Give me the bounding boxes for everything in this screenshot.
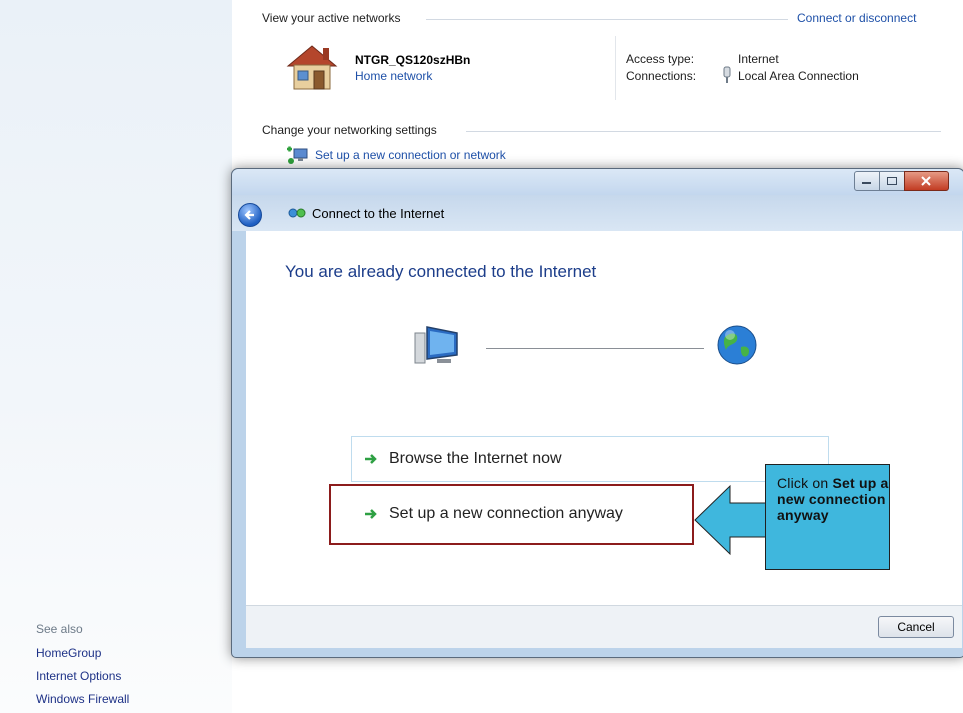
plug-icon xyxy=(723,66,731,83)
close-icon xyxy=(921,176,931,186)
dialog-headline: You are already connected to the Interne… xyxy=(285,262,597,281)
windows-firewall-link[interactable]: Windows Firewall xyxy=(36,692,129,706)
access-type-value: Internet xyxy=(738,52,779,66)
network-setup-icon xyxy=(287,146,308,164)
minimize-icon xyxy=(862,182,871,184)
see-also-label: See also xyxy=(36,622,83,636)
connection-line xyxy=(486,348,704,349)
browse-internet-label: Browse the Internet now xyxy=(389,450,562,467)
instruction-callout: Click on Set up a new connection anyway xyxy=(765,464,890,570)
setup-anyway-label: Set up a new connection anyway xyxy=(389,505,623,522)
globe-icon xyxy=(717,325,757,365)
browse-internet-option[interactable]: Browse the Internet now xyxy=(351,436,829,482)
connections-label: Connections: xyxy=(626,69,697,83)
cancel-button[interactable]: Cancel xyxy=(878,616,954,638)
green-arrow-icon xyxy=(365,454,377,464)
local-area-connection-link[interactable]: Local Area Connection xyxy=(738,69,859,83)
computer-icon xyxy=(414,326,458,364)
back-button[interactable] xyxy=(238,203,262,227)
connect-or-disconnect-link[interactable]: Connect or disconnect xyxy=(797,11,916,25)
homegroup-link[interactable]: HomeGroup xyxy=(36,646,101,660)
network-name: NTGR_QS120szHBn xyxy=(355,53,471,67)
green-arrow-icon xyxy=(365,509,377,519)
access-type-label: Access type: xyxy=(626,52,695,66)
internet-options-link[interactable]: Internet Options xyxy=(36,669,121,683)
network-globe-icon xyxy=(288,208,306,218)
network-type-link[interactable]: Home network xyxy=(355,69,432,83)
left-pane: See also HomeGroup Internet Options Wind… xyxy=(0,0,232,713)
networking-settings-title: Change your networking settings xyxy=(262,123,437,137)
callout-text: Click on Set up a new connection anyway xyxy=(777,475,889,523)
maximize-icon xyxy=(887,177,897,185)
setup-new-connection-link[interactable]: Set up a new connection or network xyxy=(315,148,506,162)
network-separator xyxy=(615,36,616,100)
section-divider xyxy=(426,19,788,20)
dialog-title: Connect to the Internet xyxy=(312,206,445,221)
setup-anyway-option[interactable]: Set up a new connection anyway xyxy=(351,490,683,536)
connect-dialog: Connect to the Internet You are already … xyxy=(231,168,963,658)
callout-arrow xyxy=(694,484,767,556)
dialog-footer: Cancel xyxy=(246,605,962,648)
minimize-button[interactable] xyxy=(854,171,880,191)
maximize-button[interactable] xyxy=(879,171,905,191)
dialog-titlebar[interactable] xyxy=(232,169,963,195)
section-divider xyxy=(466,131,941,132)
close-button[interactable] xyxy=(904,171,949,191)
house-icon xyxy=(286,45,338,90)
active-networks-title: View your active networks xyxy=(262,11,401,25)
callout-prefix: Click on xyxy=(777,475,833,491)
back-arrow-icon xyxy=(244,210,254,220)
